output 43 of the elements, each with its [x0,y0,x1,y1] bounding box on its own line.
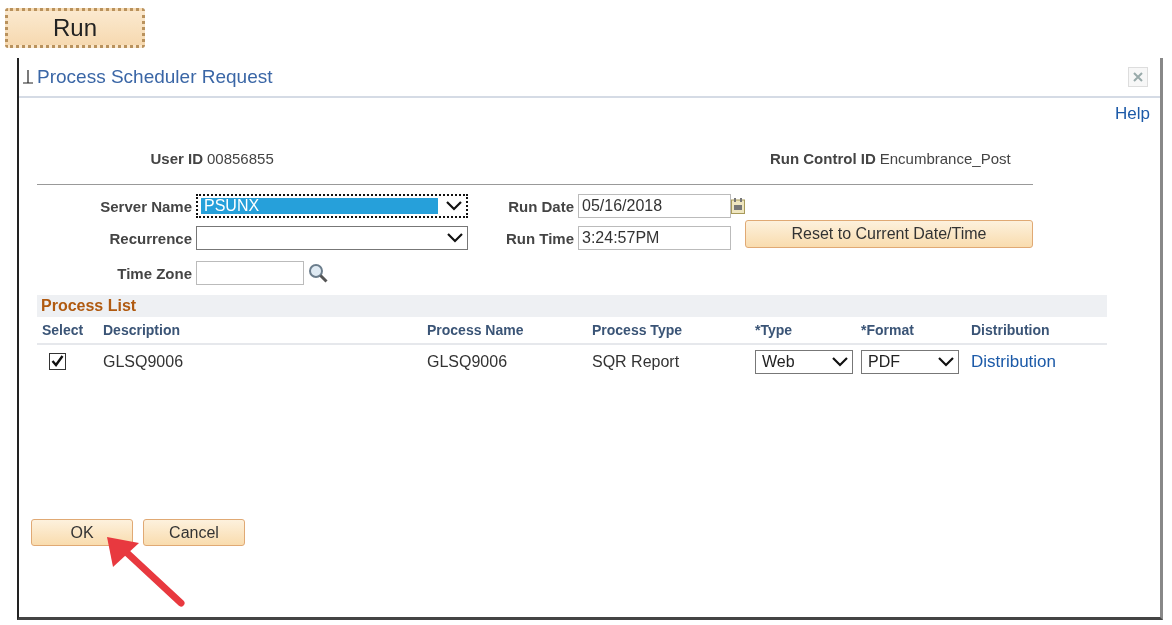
table-cell: SQR Report [587,344,750,379]
cursor-mark-icon [23,70,33,84]
ok-button[interactable]: OK [31,519,133,546]
field-label: Run Control ID [768,149,877,167]
field-label: Server Name [99,197,193,215]
dropdown-caret-icon [447,233,463,243]
select-checkbox[interactable] [49,352,66,370]
column-header: *Format [856,317,966,344]
column-header: Process Type [587,317,750,344]
time-zone-field[interactable] [196,261,304,285]
run-button[interactable]: Run [5,8,145,48]
type-select[interactable]: Web [755,350,853,374]
calendar-icon[interactable] [731,198,745,214]
cancel-button[interactable]: Cancel [143,519,245,546]
table-cell: GLSQ9006 [422,344,587,379]
column-header: Distribution [966,317,1107,344]
field-value: Encumbrance_Post [879,149,1011,167]
search-icon[interactable] [308,263,328,283]
run-date-field[interactable]: 05/16/2018 [578,194,731,218]
field-label: Recurrence [108,229,193,247]
help-link[interactable]: Help [1115,104,1150,124]
field-label: Time Zone [116,264,193,282]
close-button[interactable] [1128,67,1148,87]
field-label: Run Date [507,197,575,215]
recurrence-select[interactable] [196,226,468,250]
dropdown-caret-icon [938,357,954,367]
table-cell: GLSQ9006 [98,344,422,379]
close-icon [1133,72,1143,82]
distribution-link[interactable]: Distribution [971,352,1057,371]
dropdown-caret-icon [832,357,848,367]
column-header: Select [37,317,98,344]
reset-date-time-button[interactable]: Reset to Current Date/Time [745,220,1033,248]
format-select[interactable]: PDF [861,350,959,374]
dialog-title: Process Scheduler Request [37,66,274,88]
dropdown-caret-icon [446,201,462,211]
field-label: User ID [149,149,204,167]
process-list-header: Process List [37,295,1107,317]
column-header: Description [98,317,422,344]
column-header: *Type [750,317,856,344]
field-label: Run Time [504,229,575,247]
column-header: Process Name [422,317,587,344]
run-time-field[interactable]: 3:24:57PM [578,226,731,250]
field-value: 00856855 [207,149,274,167]
